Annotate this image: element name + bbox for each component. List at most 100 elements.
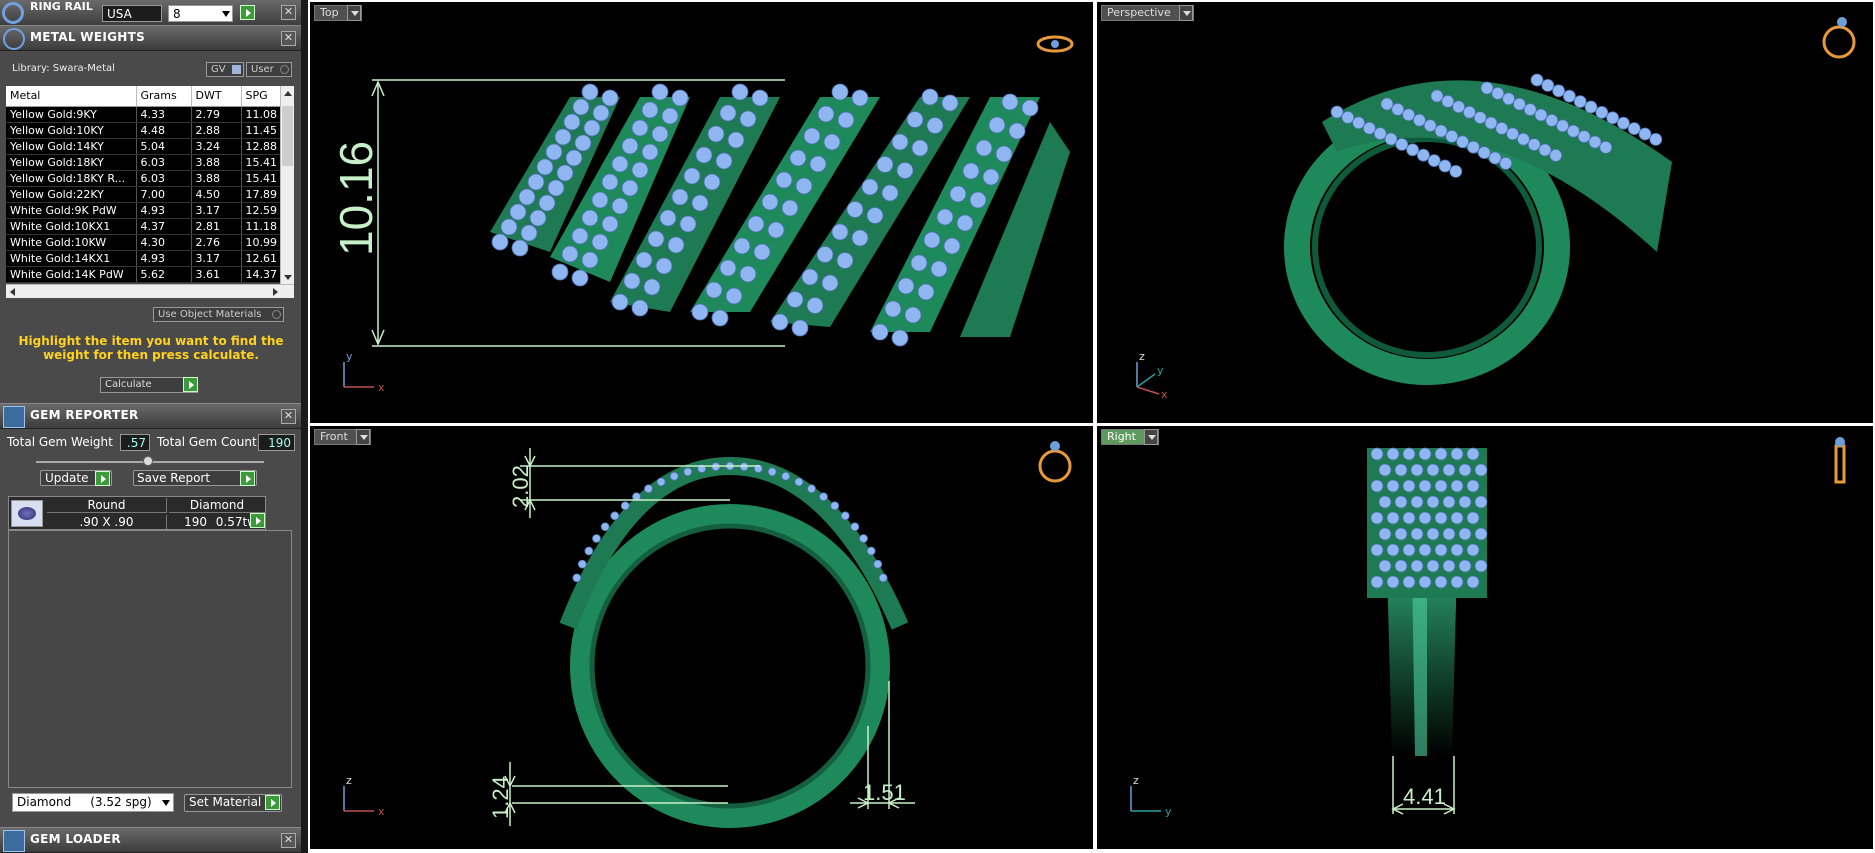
table-row[interactable]: White Gold:9K PdW 4.93 3.17 12.59 [6,202,294,219]
material-select-value: Diamond (3.52 spg) [17,795,152,809]
table-row[interactable]: White Gold:14K PdW 5.62 3.61 14.37 [6,266,294,283]
table-row[interactable]: Yellow Gold:10KY 4.48 2.88 11.45 [6,122,294,139]
gem-mark [683,467,693,477]
table-row[interactable]: Yellow Gold:9KY 4.33 2.79 11.08 [6,106,294,123]
viewport-label-perspective[interactable]: Perspective [1101,5,1194,21]
scroll-down-icon[interactable] [284,275,292,280]
gem-mark [751,89,769,107]
cell-metal: White Gold:10KW [6,234,137,251]
viewport-name-front: Front [320,430,348,443]
chevron-down-icon[interactable] [346,5,361,21]
save-report-go-icon[interactable] [240,471,255,486]
table-row[interactable]: Yellow Gold:14KY 5.04 3.24 12.88 [6,138,294,155]
gem-row-go-icon[interactable] [250,513,265,528]
table-row[interactable]: White Gold:14KX1 4.93 3.17 12.61 [6,250,294,267]
gem-mark [584,546,594,556]
cell-grams: 6.03 [136,170,192,187]
metal-weights-title: METAL WEIGHTS [30,30,146,44]
gem-mark [876,156,894,173]
gv-checkbox[interactable] [232,65,241,74]
table-row[interactable]: Yellow Gold:18KY R... 6.03 3.88 15.41 [6,170,294,187]
close-icon[interactable]: ✕ [281,31,296,46]
close-icon[interactable]: ✕ [281,409,296,424]
user-radio[interactable] [280,65,289,74]
gem-mark [545,143,563,161]
viewport-label-top[interactable]: Top [314,5,362,21]
user-toggle[interactable]: User [246,62,292,77]
viewport-perspective[interactable]: z y x Perspective [1097,2,1873,423]
gem-count: 190 [184,515,207,529]
view-cube-icon[interactable] [1822,17,1856,59]
cell-metal: Yellow Gold:18KY R... [6,170,137,187]
gem-mark [536,158,554,176]
table-horizontal-scrollbar[interactable] [6,284,294,298]
set-material-go-icon[interactable] [265,795,280,810]
scroll-left-icon[interactable] [10,288,15,296]
axis-triad: z y [1130,774,1172,818]
viewport-top[interactable]: 10.16 y x Top [310,2,1093,423]
close-icon[interactable]: ✕ [281,5,296,20]
chevron-down-icon[interactable] [1143,429,1158,445]
dimension-label-1-51: 1.51 [863,780,906,805]
gem-list-area [8,530,292,788]
gem-mark [904,306,922,324]
scroll-right-icon[interactable] [273,288,278,296]
ring-rail-go-button[interactable] [240,5,255,20]
viewport-right[interactable]: 4.41 z y Right [1097,426,1873,849]
gem-mark [911,139,929,157]
table-vertical-scrollbar[interactable] [280,86,294,284]
gem-mark [1606,111,1619,125]
gem-row[interactable]: Round Diamond .90 X .90 190 0.57tw [8,496,266,530]
gem-mark [1406,143,1420,157]
viewport-label-front[interactable]: Front [314,429,371,445]
gem-mark [1474,559,1488,573]
close-icon[interactable]: ✕ [281,833,296,848]
view-cube-icon[interactable] [1036,35,1074,53]
ring-size-select[interactable]: 8 [168,5,233,22]
gem-mark [1442,495,1456,509]
gem-mark [1410,495,1424,509]
zoom-slider-handle[interactable] [143,456,153,466]
viewport-label-right[interactable]: Right [1101,429,1159,445]
gem-mark [1462,105,1476,119]
save-report-button[interactable]: Save Report [133,470,257,486]
gem-mark [1450,575,1464,589]
gem-mark [1410,463,1424,477]
scroll-thumb[interactable] [282,106,293,166]
size-system-field[interactable]: USA [102,5,162,22]
calculate-go-icon[interactable] [183,377,198,392]
material-select[interactable]: Diamond (3.52 spg) [12,793,174,812]
cell-dwt: 3.17 [191,202,242,219]
table-row[interactable]: Yellow Gold:18KY 6.03 3.88 15.41 [6,154,294,171]
viewport-front[interactable]: 2.02 1.24 1.51 z x Front [310,426,1093,849]
table-row[interactable]: Yellow Gold:22KY 7.00 4.50 17.89 [6,186,294,203]
gv-toggle[interactable]: GV [206,62,244,77]
axis-label-z: z [1139,350,1145,363]
gem-mark [1495,122,1509,135]
table-row[interactable]: White Gold:10KX1 4.37 2.81 11.18 [6,218,294,235]
column-header-metal[interactable]: Metal [6,86,137,107]
column-header-dwt[interactable]: DWT [191,86,242,107]
gem-mark [1434,124,1448,138]
axis-label-z: z [1133,774,1139,787]
use-object-materials-toggle[interactable]: Use Object Materials [153,307,284,322]
view-cube-icon[interactable] [1834,437,1846,484]
dimension-label-top: 10.16 [330,141,382,256]
gem-mark [878,573,888,583]
scroll-up-icon[interactable] [284,91,292,96]
view-cube-icon[interactable] [1038,441,1072,483]
chevron-down-icon[interactable] [1178,5,1193,21]
update-go-icon[interactable] [95,471,110,486]
gem-mark [623,272,641,290]
gem-mark [581,83,599,101]
gem-mark [1394,463,1408,477]
gem-mark [789,149,807,167]
table-row[interactable]: White Gold:10KW 4.30 2.76 10.99 [6,234,294,251]
gem-loader-header: GEM LOADER ✕ [0,827,301,853]
gem-mark [1386,479,1400,493]
gem-mark [1021,99,1039,117]
use-object-materials-radio[interactable] [272,310,281,319]
ring-front-model [559,456,909,828]
column-header-grams[interactable]: Grams [136,86,192,107]
chevron-down-icon[interactable] [355,429,370,445]
